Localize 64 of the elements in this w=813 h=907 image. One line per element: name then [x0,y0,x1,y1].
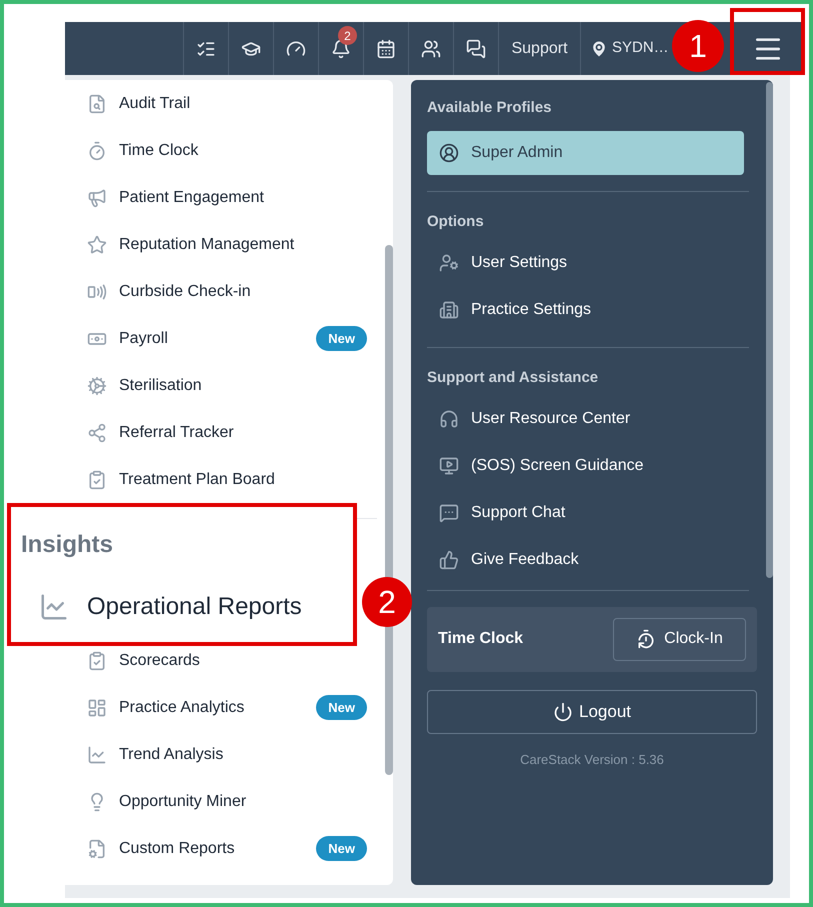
menu-item[interactable]: User Settings [471,250,568,274]
section-heading: Insights [21,530,114,560]
scrollbar[interactable] [766,82,773,578]
logout-button[interactable]: Logout [427,690,757,734]
star-icon [87,234,107,254]
menu-item[interactable]: Practice Settings [471,298,592,322]
megaphone-icon [87,188,107,208]
clock-icon [636,629,656,649]
gear-icon [87,376,107,396]
menu-item[interactable]: Referral Tracker [119,420,234,444]
new-badge: New [316,326,367,352]
phone-icon [87,282,107,302]
menu-item[interactable]: (SOS) Screen Guidance [471,454,644,478]
location-selector[interactable]: SYDN… [612,37,669,60]
section-heading: Available Profiles [427,98,552,118]
menu-item[interactable]: Opportunity Miner [119,790,246,814]
version-text: CareStack Version : 5.36 [520,750,664,768]
headset-icon [439,409,459,429]
section-heading: Support and Assistance [427,368,600,388]
support-link[interactable]: Support [511,36,568,60]
menu-item[interactable]: Treatment Plan Board [119,468,275,492]
new-badge: New [316,694,367,720]
menu-item[interactable]: Time Clock [119,138,198,162]
chat-icon [439,503,459,523]
gauge-icon[interactable] [286,38,306,58]
dashboard-icon [87,698,107,718]
bell-icon[interactable] [331,38,351,58]
document-search-icon [87,94,107,114]
menu-item[interactable]: Operational Reports [87,589,302,625]
clipboard-check-icon [87,470,107,490]
menu-item[interactable]: Trend Analysis [119,742,224,766]
building-icon [439,300,459,320]
section-heading: Options [427,212,485,232]
new-badge: New [316,836,367,862]
clipboard-check-icon [87,650,107,670]
menu-item[interactable]: Practice Analytics [119,696,244,720]
menu-item[interactable]: Audit Trail [119,92,190,116]
document-gear-icon [87,838,107,858]
menu-item[interactable]: Give Feedback [471,548,579,572]
menu-item[interactable]: Custom Reports [119,836,235,860]
time-clock-label: Time Clock [438,629,524,649]
menu-item[interactable]: Patient Engagement [119,186,264,210]
user-gear-icon [439,252,459,272]
chat-icon[interactable] [466,38,486,58]
chart-icon [39,592,69,622]
users-icon[interactable] [421,38,441,58]
menu-item[interactable]: Sterilisation [119,374,202,398]
menu-item[interactable]: Curbside Check-in [119,280,251,304]
menu-item[interactable]: Payroll [119,326,168,350]
notification-badge: 2 [338,26,357,45]
timer-icon [87,140,107,160]
menu-item[interactable]: User Resource Center [471,407,630,431]
user-circle-icon [439,142,459,162]
power-icon [553,702,573,722]
chart-icon [87,744,107,764]
menu-item[interactable]: Reputation Management [119,232,294,256]
clock-in-button[interactable]: Clock-In [613,618,746,660]
monitor-play-icon [439,456,459,476]
thumbs-up-icon [439,550,459,570]
share-icon [87,422,107,442]
calendar-icon[interactable] [376,38,396,58]
menu-item[interactable]: Support Chat [471,501,566,525]
menu-item[interactable]: Scorecards [119,648,200,672]
profile-option[interactable]: Super Admin [427,130,744,174]
